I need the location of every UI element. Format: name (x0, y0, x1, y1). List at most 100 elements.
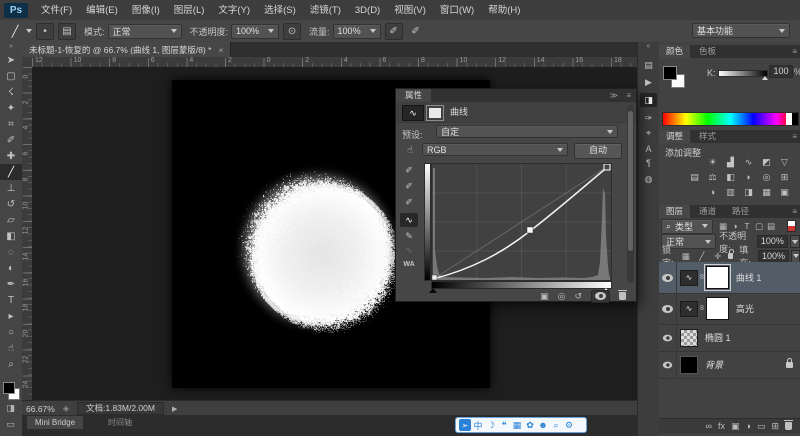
invert-icon[interactable]: ◑ (705, 186, 720, 198)
curves-adjustment-thumbnail[interactable]: ∿ (680, 301, 698, 317)
tab-timeline[interactable]: 时间轴 (100, 416, 140, 429)
ime-punctuation-icon[interactable]: ☽ (485, 419, 497, 431)
fill-dropdown[interactable] (791, 250, 800, 263)
black-swatch[interactable] (792, 113, 798, 125)
workspace-switcher[interactable]: 基本功能 (692, 23, 790, 38)
scrollbar-thumb[interactable] (628, 111, 633, 251)
ime-account-icon[interactable]: ☻ (537, 419, 549, 431)
filter-shape-layers-icon[interactable]: ▢ (753, 221, 765, 232)
previous-state-icon[interactable]: ◎ (558, 291, 566, 302)
ime-search-icon[interactable]: ⌕ (550, 419, 562, 431)
brightness-contrast-icon[interactable]: ☀ (705, 156, 720, 168)
gradient-tool[interactable]: ◧ (0, 228, 22, 244)
eye-icon[interactable] (663, 361, 672, 368)
panel-menu-icon[interactable]: ≡ (626, 89, 631, 102)
menu-item[interactable]: 图层(L) (167, 1, 212, 20)
highlight-point-handle[interactable] (604, 164, 610, 170)
actions-panel-icon[interactable]: ▶ (640, 75, 657, 89)
character-panel-icon[interactable]: A (640, 142, 657, 156)
layer-row-curves1[interactable]: ∿ 8 曲线 1 (659, 262, 800, 294)
visibility-toggle[interactable] (659, 324, 677, 351)
panel-menu-icon[interactable]: ≡ (792, 130, 797, 143)
shape-tool[interactable]: ○ (0, 324, 22, 340)
document-info[interactable]: 文档:1.83M/2.00M (77, 402, 164, 415)
link-layers-icon[interactable]: ∞ (706, 421, 712, 431)
k-slider-handle[interactable] (762, 76, 768, 80)
delete-layer-icon[interactable] (785, 422, 792, 430)
tab-paths[interactable]: 路径 (725, 205, 756, 218)
new-adjustment-layer-icon[interactable]: ◑ (746, 421, 751, 431)
mask-link-icon[interactable]: 8 (700, 305, 704, 312)
menu-item[interactable]: 滤镜(T) (303, 1, 348, 20)
ime-logo-icon[interactable]: ➢ (459, 419, 471, 431)
pen-tool[interactable]: ✒ (0, 276, 22, 292)
eyedropper-tool[interactable]: ✐ (0, 132, 22, 148)
eye-icon[interactable] (662, 274, 673, 282)
layer-fill-field[interactable]: 100% (758, 250, 789, 263)
tab-properties[interactable]: 属性 (396, 89, 431, 102)
reset-icon[interactable]: ↺ (574, 291, 582, 302)
tab-styles[interactable]: 样式 (692, 130, 723, 143)
color-balance-icon[interactable]: ⚖ (705, 171, 720, 183)
flow-select[interactable]: 100% (333, 24, 381, 39)
visibility-eye-icon[interactable] (595, 292, 606, 300)
properties-panel-icon[interactable]: ◨ (640, 93, 657, 107)
lock-all-icon[interactable] (728, 253, 733, 259)
menu-item[interactable]: 图像(I) (125, 1, 167, 20)
document-tab[interactable]: 未标题-1-恢复的 @ 66.7% (曲线 1, 图层蒙版/8) * × (22, 42, 231, 57)
gray-point-eyedropper-icon[interactable]: ✐ (400, 179, 418, 193)
posterize-icon[interactable]: ▥ (723, 186, 738, 198)
layer-row-background[interactable]: 背景 (659, 351, 800, 379)
eye-icon[interactable] (662, 305, 673, 313)
k-slider[interactable] (718, 70, 768, 77)
preset-select[interactable]: 自定 (436, 125, 618, 138)
panel-menu-icon[interactable]: ≡ (792, 45, 797, 58)
ime-chinese-mode-icon[interactable]: 中 (472, 419, 484, 431)
tab-swatches[interactable]: 色板 (692, 45, 723, 58)
menu-item[interactable]: 帮助(H) (481, 1, 527, 20)
new-layer-icon[interactable]: ⊞ (771, 421, 779, 432)
layer-name[interactable]: 椭圆 1 (705, 331, 731, 344)
ime-quote-icon[interactable]: ❝ (498, 419, 510, 431)
color-spectrum-ramp[interactable] (662, 112, 799, 126)
menu-item[interactable]: 3D(D) (348, 1, 387, 20)
new-group-icon[interactable]: ▭ (757, 421, 766, 432)
layer-style-icon[interactable]: fx (718, 421, 725, 431)
mask-badge-icon[interactable] (426, 105, 444, 121)
tab-color[interactable]: 颜色 (659, 45, 690, 58)
close-tab-icon[interactable]: × (218, 45, 223, 55)
layer-opacity-field[interactable]: 100% (757, 235, 788, 248)
gradient-map-icon[interactable]: ▦ (759, 186, 774, 198)
eraser-tool[interactable]: ▱ (0, 212, 22, 228)
blur-tool[interactable]: ◌ (0, 244, 22, 260)
toggle-brush-panel-icon[interactable]: ▤ (58, 23, 76, 40)
lock-paint-icon[interactable]: ╱ (696, 251, 708, 262)
targeted-adjustment-icon[interactable]: ☝ (401, 143, 419, 157)
brush-preset-picker[interactable]: • (36, 23, 54, 40)
menu-item[interactable]: 文字(Y) (211, 1, 257, 20)
layer-row-ellipse[interactable]: 椭圆 1 (659, 324, 800, 352)
ime-settings-icon[interactable]: ⚙ (563, 419, 575, 431)
toolbox-collapse-icon[interactable]: » (0, 42, 22, 52)
layer-name[interactable]: 背景 (705, 358, 723, 371)
layer-row-highlight[interactable]: ∿ 8 高光 (659, 293, 800, 325)
shape-layer-thumbnail[interactable] (680, 329, 698, 347)
paragraph-panel-icon[interactable]: ¶ (640, 156, 657, 170)
layer-name[interactable]: 高光 (736, 302, 754, 315)
tab-mini-bridge[interactable]: Mini Bridge (27, 416, 83, 429)
black-white-icon[interactable]: ◧ (723, 171, 738, 183)
history-panel-icon[interactable]: ▤ (640, 58, 657, 72)
vibrance-icon[interactable]: ▽ (777, 156, 792, 168)
menu-item[interactable]: 视图(V) (387, 1, 433, 20)
pressure-opacity-icon[interactable]: ⊙ (283, 23, 301, 40)
channel-mixer-icon[interactable]: ◎ (759, 171, 774, 183)
shadow-point-handle[interactable] (432, 275, 437, 280)
path-selection-tool[interactable]: ▸ (0, 308, 22, 324)
collapse-panel-icon[interactable]: ≫ (610, 89, 618, 102)
draw-curve-pencil-icon[interactable]: ✎ (400, 229, 418, 243)
photo-filter-icon[interactable]: ◗ (741, 171, 756, 183)
visibility-toggle[interactable] (659, 293, 677, 324)
curves-graph[interactable] (431, 163, 612, 281)
dock-collapse-icon[interactable]: « (638, 42, 659, 52)
visibility-eye-icon-box[interactable] (591, 290, 610, 303)
